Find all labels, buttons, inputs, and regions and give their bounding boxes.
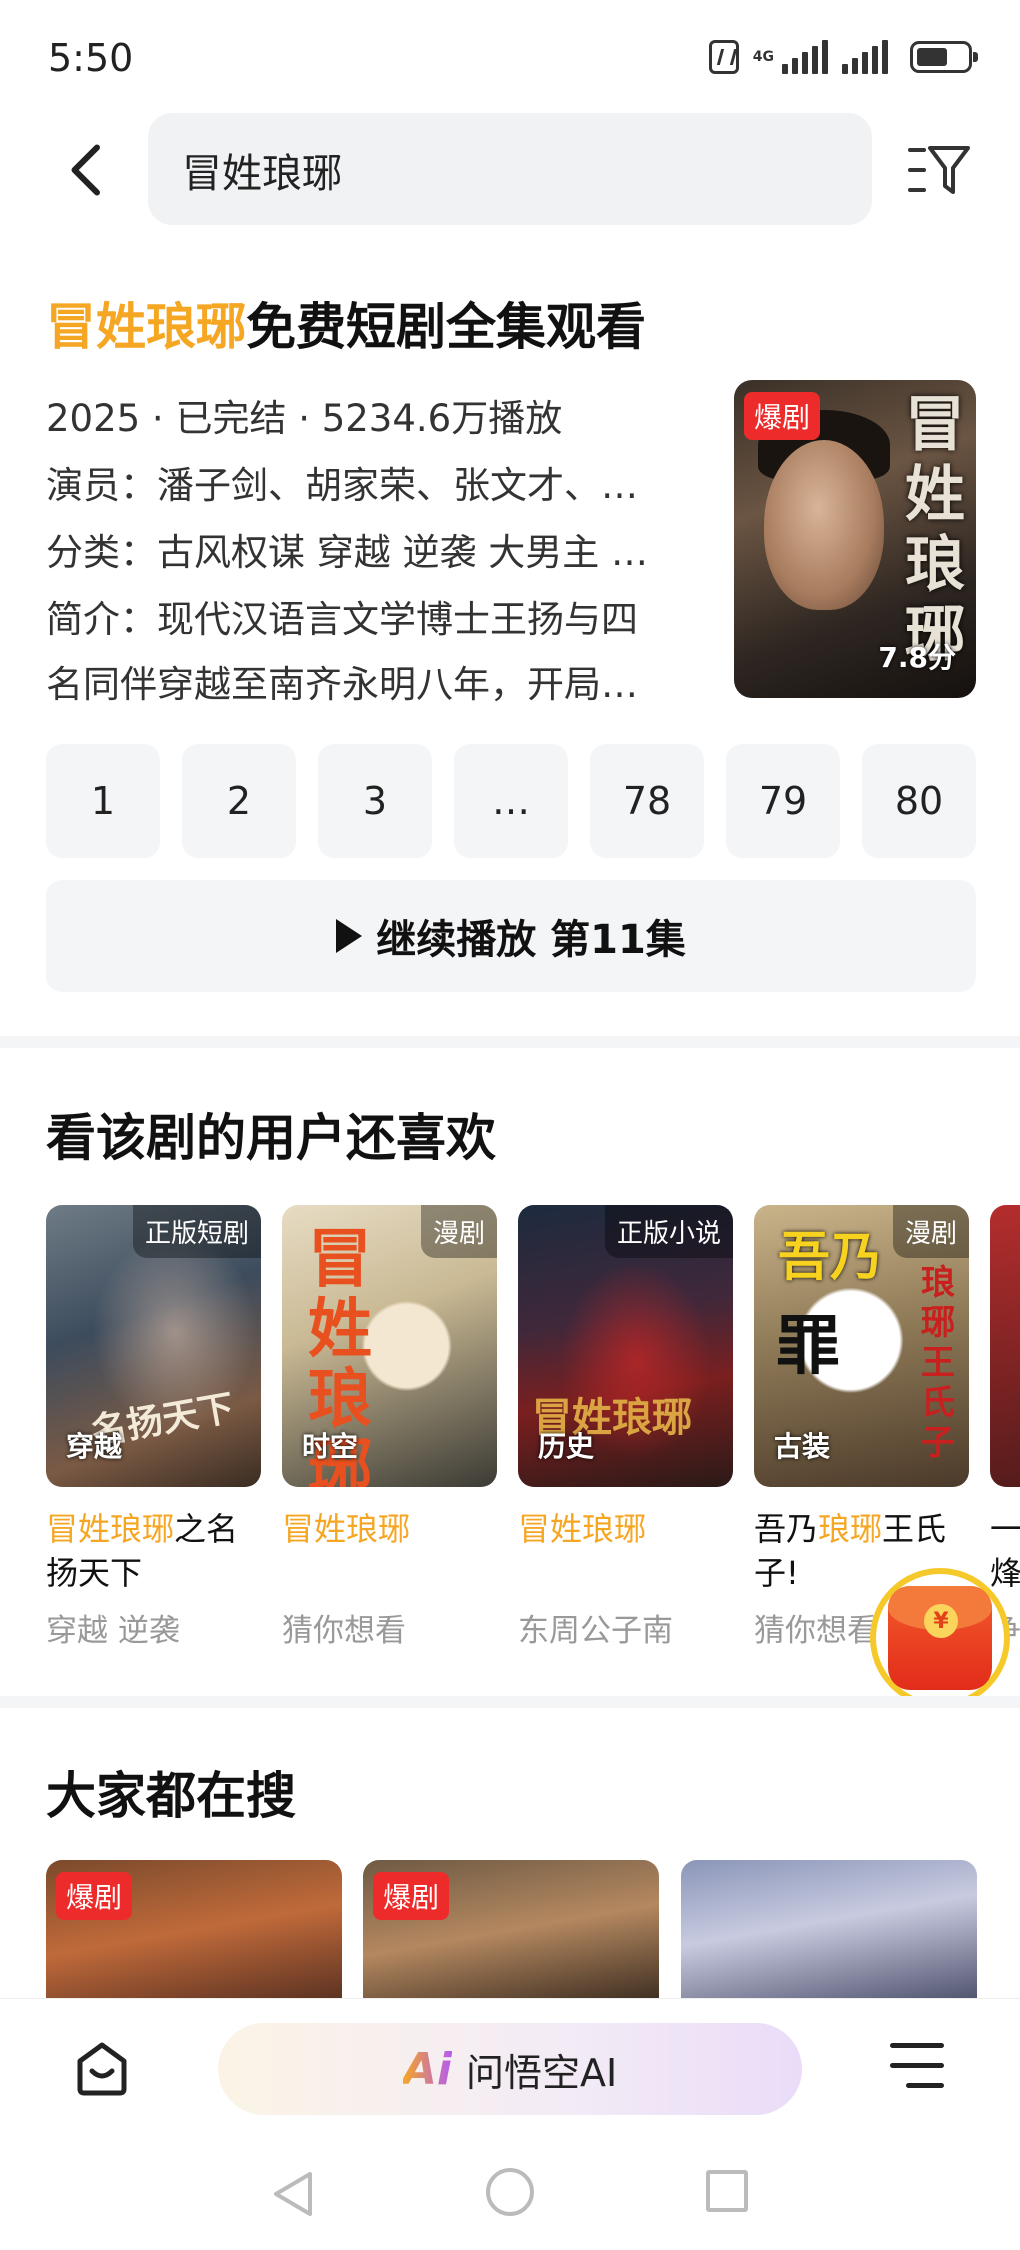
filter-icon: [908, 146, 970, 194]
rec-title: 冒姓琅琊: [282, 1507, 497, 1595]
rec-cover: 冒姓琅琊 漫剧 时空: [282, 1205, 497, 1487]
system-navigation: [0, 2138, 1020, 2250]
result-poster[interactable]: 冒姓琅琊 爆剧 7.8分: [734, 380, 976, 698]
rec-title-highlight: 冒姓琅琊: [282, 1510, 411, 1548]
rec-title-rest: 烽: [990, 1554, 1020, 1592]
status-bar: 5:50 4G: [0, 0, 1020, 110]
rec-cover: 名扬天下 正版短剧 穿越: [46, 1205, 261, 1487]
filter-button[interactable]: [908, 140, 970, 200]
system-home-icon[interactable]: [486, 2168, 534, 2216]
rec-title-highlight: 冒姓琅琊: [518, 1510, 647, 1548]
coin-icon: ¥: [924, 1604, 958, 1638]
signal-icon-2: [842, 40, 888, 74]
play-icon: [336, 919, 363, 953]
back-button[interactable]: [60, 140, 110, 200]
hot-badge: 爆剧: [56, 1872, 133, 1920]
cover-calligraphy: 吾乃: [778, 1227, 883, 1288]
ai-logo-icon: Ai: [402, 2043, 452, 2095]
result-category: 分类：古风权谋 穿越 逆袭 大男主 …: [46, 531, 649, 574]
episode-more-button[interactable]: …: [454, 744, 568, 858]
rec-tag: 漫剧: [420, 1205, 497, 1258]
rec-cover: 吾乃 罪 琅琊王氏子 漫剧 古装: [754, 1205, 969, 1487]
trending-title: 大家都在搜: [46, 1767, 296, 1825]
status-icons: 4G: [708, 40, 978, 74]
continue-play-label: 继续播放 第11集: [376, 917, 686, 963]
section-divider: [0, 1696, 1020, 1708]
ai-assistant-button[interactable]: Ai 问悟空AI: [218, 2023, 802, 2115]
rec-card[interactable]: 冒姓琅琊 正版小说 历史 冒姓琅琊 东周公子南: [518, 1205, 733, 1650]
rec-title-highlight: 冒姓琅琊: [46, 1510, 175, 1548]
rec-title: 一烽: [990, 1507, 1020, 1595]
rec-title-prefix: 吾乃: [754, 1510, 819, 1548]
rec-tag: 正版小说: [604, 1205, 733, 1258]
trending-card[interactable]: 爆剧: [363, 1860, 659, 2000]
rec-tag: 漫剧: [892, 1205, 969, 1258]
episode-button[interactable]: 1: [46, 744, 160, 858]
rec-cover: 冒姓琅琊 正版小说 历史: [518, 1205, 733, 1487]
system-back-icon[interactable]: [270, 2170, 314, 2218]
rec-genre: 时空: [302, 1430, 359, 1463]
trending-card[interactable]: [681, 1860, 977, 2000]
status-time: 5:50: [48, 36, 134, 80]
signal-icon: [782, 40, 828, 74]
hot-badge: 爆剧: [744, 392, 821, 440]
episode-button[interactable]: 79: [726, 744, 840, 858]
ai-assistant-label: 问悟空AI: [465, 2050, 618, 2095]
home-button[interactable]: [72, 2039, 132, 2097]
home-icon: [77, 2042, 127, 2096]
cover-calligraphy-zui: 罪: [776, 1309, 840, 1384]
rec-card-partial[interactable]: 一烽 争: [990, 1205, 1020, 1650]
red-packet-button[interactable]: ¥: [870, 1568, 1010, 1708]
rec-tag: 正版短剧: [132, 1205, 261, 1258]
rec-subtitle: 东周公子南: [518, 1613, 673, 1649]
poster-figure-face: [764, 440, 884, 610]
also-like-title: 看该剧的用户还喜欢: [46, 1109, 496, 1167]
poster-title: 冒姓琅琊: [905, 390, 965, 670]
menu-button[interactable]: [890, 2043, 944, 2093]
result-title[interactable]: 冒姓琅琊免费短剧全集观看: [46, 287, 646, 359]
rec-title: 冒姓琅琊之名扬天下: [46, 1507, 261, 1595]
result-cast: 演员：潘子剑、胡家荣、张文才、…: [46, 464, 638, 507]
red-packet-icon: ¥: [888, 1586, 992, 1690]
result-intro-2: 名同伴穿越至南齐永明八年，开局…: [46, 663, 638, 706]
result-intro-1: 简介：现代汉语言文学博士王扬与四: [46, 598, 638, 641]
result-meta: 2025 · 已完结 · 5234.6万播放: [46, 397, 563, 440]
search-input[interactable]: 冒姓琅琊: [148, 113, 872, 225]
chevron-left-icon: [71, 144, 100, 196]
rec-title-prefix: 一: [990, 1510, 1020, 1548]
bottom-bar: Ai 问悟空AI: [0, 1998, 1020, 2138]
rec-cover: [990, 1205, 1020, 1487]
rec-card[interactable]: 冒姓琅琊 漫剧 时空 冒姓琅琊 猜你想看: [282, 1205, 497, 1650]
search-query: 冒姓琅琊: [182, 151, 342, 197]
rec-subtitle: 猜你想看: [282, 1613, 406, 1649]
cover-calligraphy-side: 琅琊王氏子: [921, 1263, 955, 1463]
menu-icon: [890, 2043, 944, 2048]
nfc-icon: [708, 40, 739, 74]
episode-button[interactable]: 2: [182, 744, 296, 858]
rec-title: 冒姓琅琊: [518, 1507, 733, 1595]
rec-genre: 古装: [774, 1430, 831, 1463]
network-type: 4G: [752, 49, 774, 65]
episode-button[interactable]: 80: [862, 744, 976, 858]
result-title-highlight: 冒姓琅琊: [46, 298, 246, 356]
continue-play-button[interactable]: 继续播放 第11集: [46, 880, 976, 992]
battery-icon: [910, 41, 978, 73]
episode-button[interactable]: 3: [318, 744, 432, 858]
rec-subtitle: 穿越 逆袭: [46, 1613, 180, 1649]
rec-title-highlight: 琅琊: [818, 1510, 883, 1548]
rec-genre: 穿越: [66, 1430, 123, 1463]
trending-card[interactable]: 爆剧: [46, 1860, 342, 2000]
result-title-rest: 免费短剧全集观看: [246, 298, 646, 356]
poster-score: 7.8分: [878, 641, 956, 674]
hot-badge: 爆剧: [373, 1872, 450, 1920]
episode-button[interactable]: 78: [590, 744, 704, 858]
system-recents-icon[interactable]: [706, 2170, 748, 2212]
rec-card[interactable]: 名扬天下 正版短剧 穿越 冒姓琅琊之名扬天下 穿越 逆袭: [46, 1205, 261, 1650]
section-divider: [0, 1036, 1020, 1048]
rec-genre: 历史: [538, 1430, 595, 1463]
